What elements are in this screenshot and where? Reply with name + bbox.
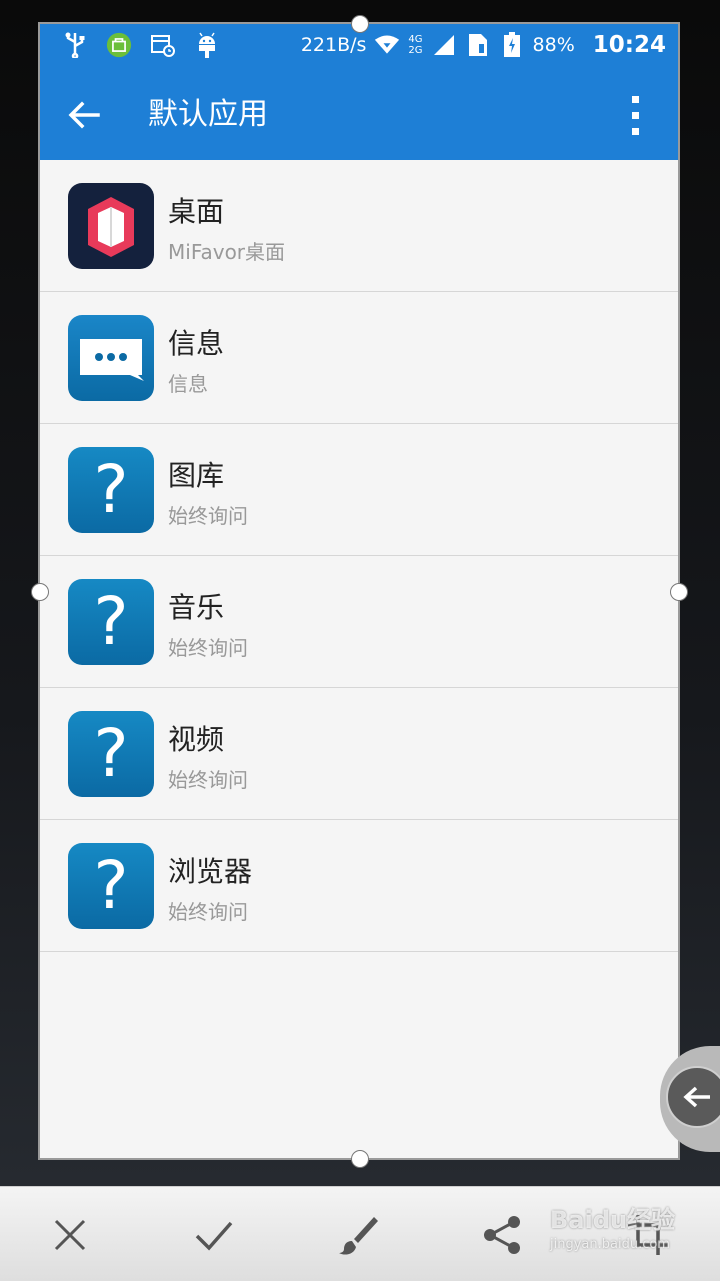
battery-percent: 88% <box>532 34 575 56</box>
list-item-title: 视频 <box>168 723 225 756</box>
signal-icon <box>431 32 457 58</box>
more-vert-icon[interactable] <box>624 94 648 138</box>
default-apps-list: 桌面 MiFavor桌面 信息 信息 ? 图库 始终询问 ? 音乐 始终询问 ?… <box>40 160 678 952</box>
list-item[interactable]: ? 视频 始终询问 <box>40 688 678 820</box>
app-store-icon <box>106 32 132 58</box>
clock: 10:24 <box>592 32 666 58</box>
sim-icon <box>465 32 491 58</box>
arrow-left-icon[interactable] <box>62 92 108 138</box>
question-icon: ? <box>68 843 154 929</box>
list-item[interactable]: 信息 信息 <box>40 292 678 424</box>
crop-handle-right[interactable] <box>670 583 688 601</box>
question-icon: ? <box>68 711 154 797</box>
brush-icon[interactable] <box>336 1213 380 1257</box>
android-icon <box>194 32 220 58</box>
question-icon: ? <box>68 447 154 533</box>
message-icon <box>68 315 154 401</box>
phone-screenshot: 221B/s 4G 2G 88% 10:24 默认应用 桌面 MiFavor桌面… <box>40 24 678 1158</box>
share-icon[interactable] <box>480 1213 524 1257</box>
list-item-subtitle: 信息 <box>168 372 208 396</box>
crop-handle-top[interactable] <box>351 15 369 33</box>
arrow-left-icon <box>666 1066 720 1128</box>
app-bar: 默认应用 <box>40 70 678 160</box>
list-item-subtitle: 始终询问 <box>168 900 248 924</box>
question-icon: ? <box>68 579 154 665</box>
list-item-title: 图库 <box>168 459 225 492</box>
list-item-subtitle: 始终询问 <box>168 504 248 528</box>
list-item[interactable]: ? 音乐 始终询问 <box>40 556 678 688</box>
list-item-subtitle: 始终询问 <box>168 768 248 792</box>
battery-icon <box>499 32 525 58</box>
list-item-title: 信息 <box>168 327 225 360</box>
list-item-title: 音乐 <box>168 591 225 624</box>
watermark: Baidu经验 jingyan.baidu.com <box>550 1200 675 1252</box>
list-item-subtitle: MiFavor桌面 <box>168 240 286 264</box>
crop-handle-bottom[interactable] <box>351 1150 369 1168</box>
page-title: 默认应用 <box>148 97 268 132</box>
net-speed: 221B/s <box>300 34 367 56</box>
list-item[interactable]: ? 浏览器 始终询问 <box>40 820 678 952</box>
wifi-icon <box>374 32 400 58</box>
list-item-subtitle: 始终询问 <box>168 636 248 660</box>
list-item[interactable]: 桌面 MiFavor桌面 <box>40 160 678 292</box>
launcher-icon <box>68 183 154 269</box>
list-item-title: 浏览器 <box>168 855 253 888</box>
list-item-title: 桌面 <box>168 195 225 228</box>
list-item[interactable]: ? 图库 始终询问 <box>40 424 678 556</box>
calendar-clock-icon <box>150 32 176 58</box>
check-icon[interactable] <box>192 1213 236 1257</box>
crop-handle-left[interactable] <box>31 583 49 601</box>
usb-icon <box>62 32 88 58</box>
watermark-brand: Baidu经验 <box>550 1206 675 1234</box>
watermark-url: jingyan.baidu.com <box>550 1237 670 1252</box>
close-icon[interactable] <box>48 1213 92 1257</box>
network-type: 4G 2G <box>408 34 423 56</box>
